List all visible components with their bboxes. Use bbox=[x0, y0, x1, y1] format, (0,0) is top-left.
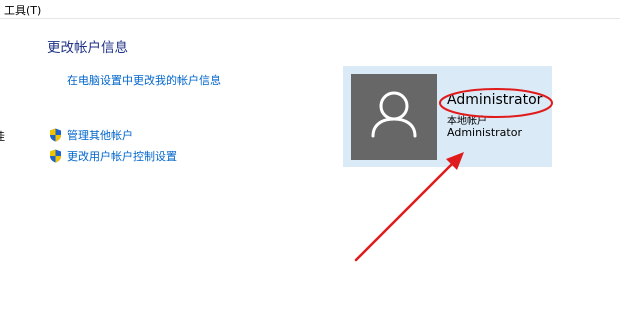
uac-shield-icon bbox=[50, 149, 61, 163]
page-title: 更改帐户信息 bbox=[47, 40, 128, 56]
task-label: 更改用户帐户控制设置 bbox=[67, 150, 177, 163]
account-group: Administrator bbox=[447, 126, 522, 139]
pc-settings-link[interactable]: 在电脑设置中更改我的帐户信息 bbox=[67, 72, 221, 88]
sidebar-clipped-text: 佳 bbox=[0, 128, 6, 144]
annotation-arrow bbox=[354, 152, 464, 262]
change-uac-settings-link[interactable]: 更改用户帐户控制设置 bbox=[49, 148, 177, 164]
menu-tools[interactable]: 工具(T) bbox=[4, 2, 41, 18]
menu-bar: 工具(T) bbox=[0, 0, 620, 19]
task-label: 管理其他帐户 bbox=[67, 129, 133, 142]
manage-other-accounts-link[interactable]: 管理其他帐户 bbox=[49, 127, 133, 143]
annotation-ellipse bbox=[439, 88, 553, 118]
uac-shield-icon bbox=[50, 128, 61, 142]
